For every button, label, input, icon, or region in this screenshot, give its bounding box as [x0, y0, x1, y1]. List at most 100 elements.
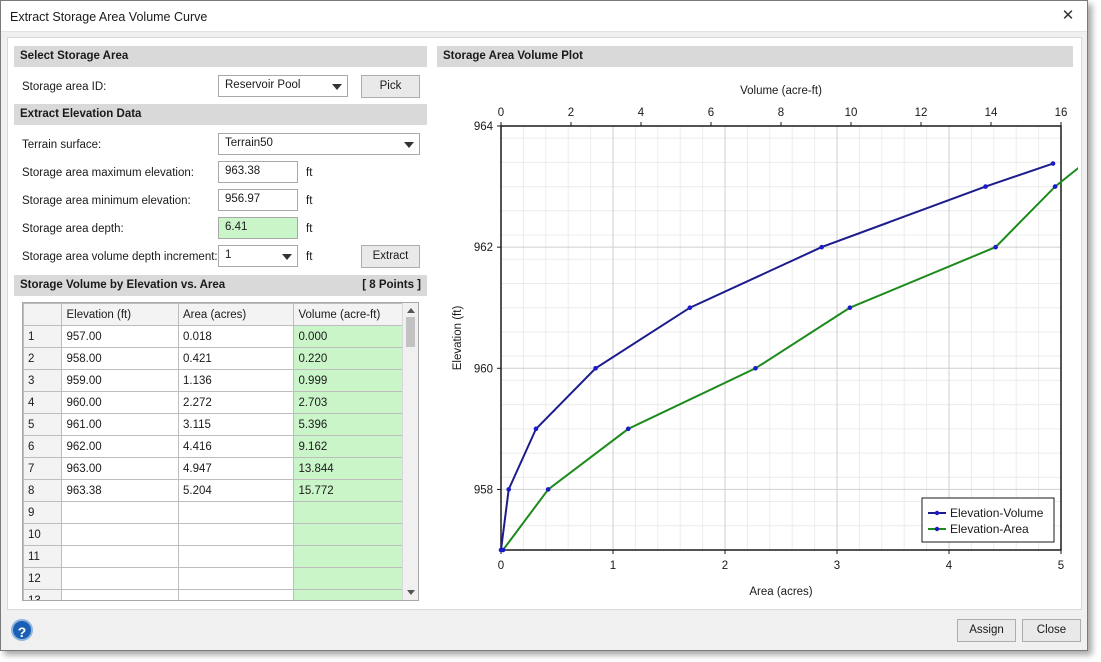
elevation-cell[interactable]: [61, 545, 179, 568]
x-bottom-tick-label: 5: [1058, 560, 1064, 572]
min-elevation-unit: ft: [306, 195, 313, 207]
table-row[interactable]: 2 958.00 0.421 0.220: [23, 347, 411, 370]
table-row[interactable]: 7 963.00 4.947 13.844: [23, 457, 411, 480]
table-row[interactable]: 5 961.00 3.115 5.396: [23, 413, 411, 436]
volume-cell[interactable]: 2.703: [293, 391, 411, 414]
terrain-surface-dropdown[interactable]: Terrain50: [218, 133, 420, 155]
volume-cell[interactable]: [293, 545, 411, 568]
pick-button[interactable]: Pick: [361, 75, 420, 98]
volume-cell[interactable]: 0.000: [293, 325, 411, 348]
x-top-tick-label: 2: [568, 107, 574, 119]
data-point: [500, 547, 506, 553]
scroll-up-icon[interactable]: [407, 308, 415, 313]
elevation-cell[interactable]: [61, 523, 179, 546]
area-cell[interactable]: [177, 567, 295, 590]
x-top-tick-label: 10: [845, 107, 858, 119]
area-cell[interactable]: 1.136: [177, 369, 295, 392]
x-bottom-tick-label: 0: [498, 560, 504, 572]
area-cell[interactable]: 0.421: [177, 347, 295, 370]
table-row[interactable]: 4 960.00 2.272 2.703: [23, 391, 411, 414]
close-icon[interactable]: ✕: [1057, 5, 1079, 27]
area-cell[interactable]: 5.204: [177, 479, 295, 502]
table-row[interactable]: 6 962.00 4.416 9.162: [23, 435, 411, 458]
x-top-tick-label: 8: [778, 107, 784, 119]
elevation-cell[interactable]: [61, 567, 179, 590]
row-number: 13: [23, 589, 63, 600]
area-cell[interactable]: [177, 589, 295, 600]
scroll-thumb[interactable]: [406, 317, 415, 347]
plot-header: Storage Area Volume Plot: [437, 46, 1073, 67]
storage-area-id-value: Reservoir Pool: [225, 79, 301, 91]
chevron-down-icon: [282, 254, 292, 260]
elevation-cell[interactable]: 958.00: [61, 347, 179, 370]
elevation-cell[interactable]: 957.00: [61, 325, 179, 348]
volume-cell[interactable]: 9.162: [293, 435, 411, 458]
area-cell[interactable]: [177, 545, 295, 568]
min-elevation-field[interactable]: 956.97: [218, 189, 298, 211]
volume-cell[interactable]: [293, 501, 411, 524]
row-number: 11: [23, 545, 63, 568]
close-button[interactable]: Close: [1022, 619, 1081, 642]
volume-cell[interactable]: 15.772: [293, 479, 411, 502]
volume-cell[interactable]: [293, 523, 411, 546]
scroll-down-icon[interactable]: [407, 590, 415, 595]
volume-cell[interactable]: [293, 567, 411, 590]
area-cell[interactable]: 2.272: [177, 391, 295, 414]
table-row[interactable]: 11: [23, 545, 411, 568]
elevation-cell[interactable]: 960.00: [61, 391, 179, 414]
volume-cell[interactable]: 0.220: [293, 347, 411, 370]
row-number: 12: [23, 567, 63, 590]
x-top-tick-label: 6: [708, 107, 714, 119]
table-row[interactable]: 3 959.00 1.136 0.999: [23, 369, 411, 392]
storage-area-id-dropdown[interactable]: Reservoir Pool: [218, 75, 348, 97]
extract-button[interactable]: Extract: [361, 245, 420, 268]
volume-cell[interactable]: [293, 589, 411, 600]
storage-volume-header: Storage Volume by Elevation vs. Area [ 8…: [14, 275, 427, 296]
title-bar: Extract Storage Area Volume Curve ✕: [1, 1, 1087, 32]
max-elevation-field[interactable]: 963.38: [218, 161, 298, 183]
area-cell[interactable]: 4.947: [177, 457, 295, 480]
elevation-cell[interactable]: 963.00: [61, 457, 179, 480]
volume-cell[interactable]: 0.999: [293, 369, 411, 392]
elevation-cell[interactable]: 962.00: [61, 435, 179, 458]
row-number: 10: [23, 523, 63, 546]
area-cell[interactable]: [177, 523, 295, 546]
volume-cell[interactable]: 5.396: [293, 413, 411, 436]
table-row[interactable]: 13: [23, 589, 411, 600]
storage-volume-plot: 9589609629640 1 2 3 4 50 2 4 6 8 10 12 14 16Volume (a…: [452, 85, 1078, 598]
storage-volume-title: Storage Volume by Elevation vs. Area: [20, 279, 226, 291]
table-row[interactable]: 8 963.38 5.204 15.772: [23, 479, 411, 502]
table-body: 1 957.00 0.018 0.000 2 958.00 0.421 0.220 3 959.0…: [23, 325, 411, 600]
column-header-volume[interactable]: Volume (acre-ft): [293, 303, 411, 326]
table-row[interactable]: 10: [23, 523, 411, 546]
assign-button[interactable]: Assign: [957, 619, 1016, 642]
help-icon[interactable]: ?: [11, 619, 33, 641]
table-row[interactable]: 1 957.00 0.018 0.000: [23, 325, 411, 348]
elevation-cell[interactable]: 961.00: [61, 413, 179, 436]
x-top-tick-label: 4: [638, 107, 645, 119]
area-cell[interactable]: 4.416: [177, 435, 295, 458]
depth-increment-label: Storage area volume depth increment:: [22, 251, 218, 263]
data-point: [1052, 184, 1058, 189]
elevation-table[interactable]: Elevation (ft) Area (acres) Volume (acre…: [22, 302, 419, 601]
x-top-tick-label: 12: [915, 107, 928, 119]
elevation-cell[interactable]: 963.38: [61, 479, 179, 502]
volume-cell[interactable]: 13.844: [293, 457, 411, 480]
table-row[interactable]: 9: [23, 501, 411, 524]
table-scrollbar[interactable]: [402, 303, 418, 600]
column-header-area[interactable]: Area (acres): [177, 303, 295, 326]
area-cell[interactable]: 0.018: [177, 325, 295, 348]
table-row[interactable]: 12: [23, 567, 411, 590]
dialog-footer: ? Assign Close: [1, 612, 1087, 651]
max-elevation-unit: ft: [306, 167, 313, 179]
elevation-cell[interactable]: [61, 501, 179, 524]
chevron-down-icon: [404, 142, 414, 148]
elevation-cell[interactable]: [61, 589, 179, 600]
elevation-cell[interactable]: 959.00: [61, 369, 179, 392]
column-header-elevation[interactable]: Elevation (ft): [61, 303, 179, 326]
row-number: 5: [23, 413, 63, 436]
area-cell[interactable]: 3.115: [177, 413, 295, 436]
depth-increment-dropdown[interactable]: 1: [218, 245, 298, 267]
area-cell[interactable]: [177, 501, 295, 524]
y-tick-label: 960: [474, 363, 493, 375]
